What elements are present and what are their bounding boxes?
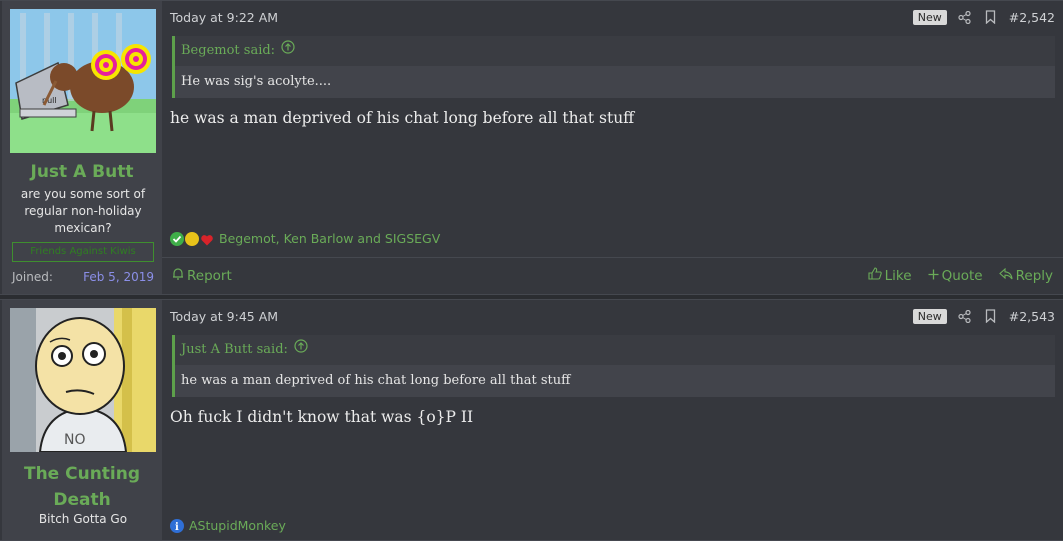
username[interactable]: The Cunting Death [2,461,162,513]
arrow-up-circle-icon[interactable] [294,335,308,365]
reply-button[interactable]: Reply [998,267,1053,284]
report-label: Report [187,267,232,284]
reactions-bar[interactable]: Begemot, Ken Barlow and SIGSEGV [170,231,440,246]
username[interactable]: Just A Butt [2,162,162,182]
plus-icon [928,268,939,284]
agree-reaction-icon [170,231,184,246]
post-time[interactable]: Today at 9:22 AM [170,10,278,25]
post-2543: NO The Cunting Death Bitch Gotta Go Toda… [0,299,1063,541]
avatar[interactable]: NO [10,308,156,452]
medal-reaction-icon [185,231,199,246]
post-actions: Report Like Quote Reply [162,257,1063,294]
joined-label: Joined: [12,270,53,284]
joined-date: Feb 5, 2019 [83,270,154,284]
post-number[interactable]: #2,543 [1009,309,1055,324]
post-number[interactable]: #2,542 [1009,10,1055,25]
new-badge: New [912,308,947,324]
thumbs-up-icon [868,267,882,284]
reactions-bar[interactable]: i AStupidMonkey [170,518,286,533]
quote-block: Begemot said: He was sig's acolyte.... [172,36,1055,98]
post-message: Oh fuck I didn't know that was {o}P II [170,408,474,426]
reaction-users[interactable]: AStupidMonkey [189,518,286,533]
bookmark-icon[interactable] [983,308,999,324]
quote-author[interactable]: Begemot said: [181,36,275,66]
reply-icon [998,267,1013,284]
svg-text:i: i [175,522,179,533]
user-column: NO The Cunting Death Bitch Gotta Go [2,300,162,540]
quote-text: He was sig's acolyte.... [175,66,1055,98]
report-button[interactable]: Report [172,267,232,284]
heart-reaction-icon [200,232,214,246]
quote-author[interactable]: Just A Butt said: [181,335,288,365]
quote-block: Just A Butt said: he was a man deprived … [172,335,1055,397]
new-badge: New [912,9,947,25]
like-button[interactable]: Like [868,267,912,284]
quote-text: he was a man deprived of his chat long b… [175,365,1055,397]
post-message: he was a man deprived of his chat long b… [170,109,635,127]
share-icon[interactable] [957,308,973,324]
bookmark-icon[interactable] [983,9,999,25]
user-column: null Just A Butt are you some sort of re… [2,1,162,294]
arrow-up-circle-icon[interactable] [281,36,295,66]
reply-label: Reply [1015,267,1053,284]
like-label: Like [884,267,912,284]
post-2542: null Just A Butt are you some sort of re… [0,0,1063,295]
user-banner: Friends Against Kiwis [12,242,154,262]
post-time[interactable]: Today at 9:45 AM [170,309,278,324]
user-title: are you some sort of regular non-holiday… [20,187,146,235]
avatar[interactable]: null [10,9,156,153]
bell-icon [172,267,184,284]
quote-button[interactable]: Quote [928,267,983,284]
quote-label: Quote [941,267,983,284]
info-reaction-icon: i [170,518,184,533]
post-meta: New #2,543 [912,308,1055,324]
svg-text:NO: NO [64,432,86,448]
share-icon[interactable] [957,9,973,25]
post-meta: New #2,542 [912,9,1055,25]
reaction-users[interactable]: Begemot, Ken Barlow and SIGSEGV [219,231,440,246]
user-title: Bitch Gotta Go [38,512,128,526]
